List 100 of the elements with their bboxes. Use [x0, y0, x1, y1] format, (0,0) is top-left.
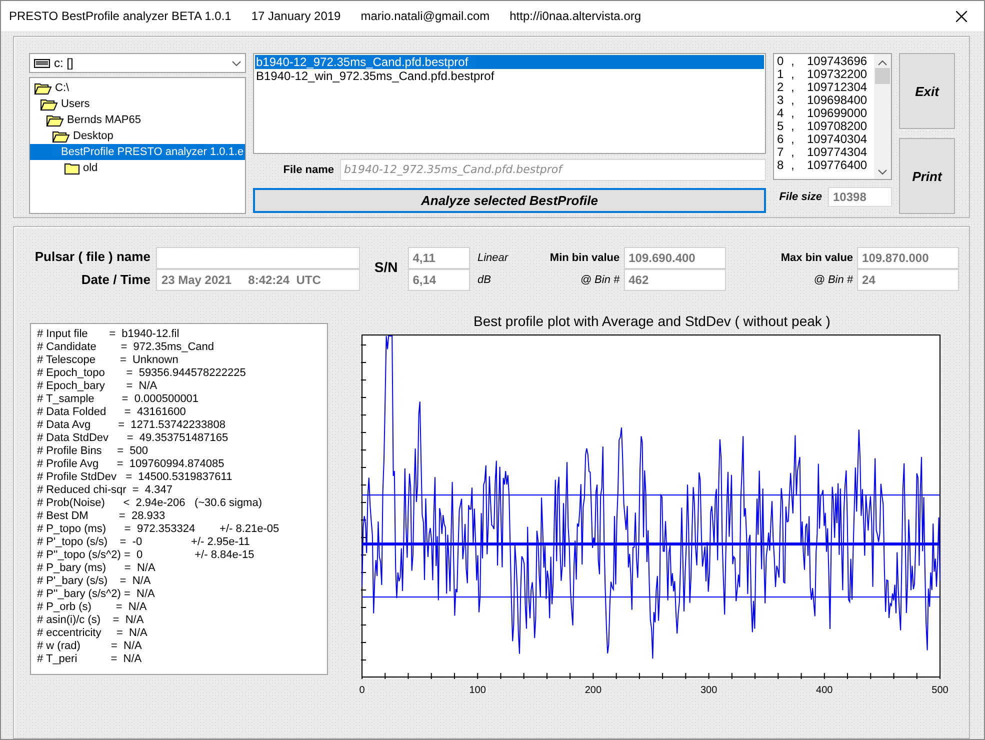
- folder-item[interactable]: old: [30, 160, 245, 176]
- separator-text: ,: [791, 81, 796, 94]
- pulsar-name-label: Pulsar ( file ) name: [34, 249, 150, 264]
- action-button[interactable]: Print: [899, 138, 955, 214]
- open-folder-icon: [46, 114, 64, 126]
- info-line: # T_sample = 0.000500001: [37, 393, 200, 406]
- x-axis-label: 400: [816, 685, 833, 696]
- x-axis-label: 0: [359, 685, 365, 696]
- open-folder-icon: [52, 130, 70, 142]
- drive-icon: [34, 58, 50, 68]
- bin-index: 8: [777, 159, 785, 172]
- action-button[interactable]: Exit: [899, 53, 955, 129]
- bin-value: 109740304: [807, 133, 868, 146]
- info-line: # P'_bary (s/s) = N/A: [37, 575, 152, 588]
- info-line: # P''_bary (s/s^2) = N/A: [37, 588, 156, 601]
- bin-index: 5: [777, 120, 785, 133]
- bin-value: 109712304: [807, 81, 868, 94]
- info-line: # Reduced chi-sqr = 4.347: [37, 484, 174, 497]
- info-line: # P_bary (ms) = N/A: [37, 562, 156, 575]
- folder-item[interactable]: C:\: [30, 80, 245, 96]
- info-line: # Telescope = Unknown: [37, 354, 180, 367]
- bin-number-label: @ Bin #: [814, 273, 854, 288]
- bin-value: 109698400: [807, 94, 868, 107]
- min-bin-label: Min bin value: [550, 251, 620, 266]
- close-icon: [956, 10, 966, 22]
- file-size-field: 10398: [828, 187, 892, 207]
- sn-label: S/N: [374, 259, 398, 275]
- file-size-label: File size: [779, 191, 822, 203]
- info-line: # Profile Avg = 109760994.874085: [37, 458, 226, 471]
- max-bin-number-field: 24: [857, 269, 959, 291]
- x-axis-label: 100: [469, 685, 486, 696]
- folder-item[interactable]: BestProfile PRESTO analyzer 1.0.1.e: [30, 144, 245, 160]
- info-line: # Epoch_bary = N/A: [37, 380, 158, 393]
- separator-text: ,: [791, 94, 796, 107]
- info-line: # eccentricity = N/A: [37, 627, 148, 640]
- separator-text: ,: [791, 107, 796, 120]
- info-line: # Candidate = 972.35ms_Cand: [37, 341, 216, 354]
- max-bin-field: 109.870.000: [857, 247, 959, 269]
- separator-text: ,: [791, 146, 796, 159]
- info-line: # asin(i)/c (s) = N/A: [37, 614, 145, 627]
- scrollbar[interactable]: [874, 54, 891, 179]
- bin-index: 7: [777, 146, 785, 159]
- bin-index: 2: [777, 81, 785, 94]
- info-line: # T_peri = N/A: [37, 653, 143, 666]
- bin-index: 3: [777, 94, 785, 107]
- unit-label: dB: [477, 273, 492, 288]
- sn-db-field: 6,14: [408, 269, 470, 291]
- open-folder-icon: [40, 98, 58, 110]
- separator-text: ,: [791, 159, 796, 172]
- info-line: # Epoch_topo = 59356.944578222225: [37, 367, 247, 380]
- bin-index: 6: [777, 133, 785, 146]
- info-line: # P_topo (ms) = 972.353324 +/- 8.21e-05: [37, 523, 280, 536]
- info-line: # Data Avg = 1271.53742233808: [37, 419, 226, 432]
- info-line: # Prob(Noise) < 2.94e-206 (~30.6 sigma): [37, 497, 264, 510]
- bin-index: 0: [777, 55, 785, 68]
- folder-item[interactable]: Bernds MAP65: [30, 112, 245, 128]
- file-name-field[interactable]: b1940-12_972.35ms_Cand.pfd.bestprof: [340, 159, 766, 181]
- info-line: # Profile StdDev = 14500.5319837611: [37, 471, 234, 484]
- info-line: # Data Folded = 43161600: [37, 406, 187, 419]
- bin-value: 109708200: [807, 120, 868, 133]
- scrollbar-thumb[interactable]: [875, 68, 890, 84]
- bin-value: 109699000: [807, 107, 868, 120]
- folder-item[interactable]: Desktop: [30, 128, 245, 144]
- window-title: http://i0naa.altervista.org: [510, 9, 642, 23]
- info-line: # Data StdDev = 49.353751487165: [37, 432, 230, 445]
- bin-number-label: @ Bin #: [580, 273, 620, 288]
- date-time-label: Date / Time: [81, 272, 150, 287]
- info-line: # Input file = b1940-12.fil: [37, 328, 180, 341]
- caret-icon: [232, 60, 241, 66]
- date-time-field: 23 May 2021 8:42:24 UTC: [156, 269, 360, 291]
- separator-text: ,: [791, 55, 796, 68]
- info-line: # P_orb (s) = N/A: [37, 601, 148, 614]
- sn-linear-field: 4,11: [408, 247, 470, 269]
- separator-text: ,: [791, 120, 796, 133]
- info-line: # P''_topo (s/s^2) = 0 +/- 8.84e-15: [37, 549, 256, 562]
- folder-item[interactable]: Users: [30, 96, 245, 112]
- min-bin-field: 109.690.400: [624, 247, 726, 269]
- bin-index: 4: [777, 107, 785, 120]
- bin-index: 1: [777, 68, 785, 81]
- bin-value: 109732200: [807, 68, 868, 81]
- separator-text: ,: [791, 133, 796, 146]
- bin-value: 109743696: [807, 55, 868, 68]
- unit-label: Linear: [477, 251, 510, 266]
- x-axis-label: 200: [584, 685, 602, 696]
- min-bin-number-field: 462: [624, 269, 726, 291]
- bin-value: 109774304: [807, 146, 868, 159]
- file-item[interactable]: B1940-12_win_972.35ms_Cand.pfd.bestprof: [255, 69, 764, 83]
- analyze-button[interactable]: Analyze selected BestProfile: [253, 188, 766, 213]
- plot-title: Best profile plot with Average and StdDev ( without peak ): [472, 313, 832, 331]
- window-title: mario.natali@gmail.com: [360, 9, 490, 23]
- max-bin-label: Max bin value: [780, 251, 854, 266]
- x-axis-label: 300: [700, 685, 718, 696]
- window-title: 17 January 2019: [251, 9, 341, 23]
- info-line: # P'_topo (s/s) = -0 +/- 2.95e-11: [37, 536, 251, 549]
- bin-value: 109776400: [807, 159, 868, 172]
- info-line: # w (rad) = N/A: [37, 640, 143, 653]
- info-line: # Best DM = 28.933: [37, 510, 166, 523]
- separator-text: ,: [791, 68, 796, 81]
- file-item[interactable]: b1940-12_972.35ms_Cand.pfd.bestprof: [255, 55, 764, 69]
- drive-dropdown[interactable]: c: []: [29, 53, 246, 73]
